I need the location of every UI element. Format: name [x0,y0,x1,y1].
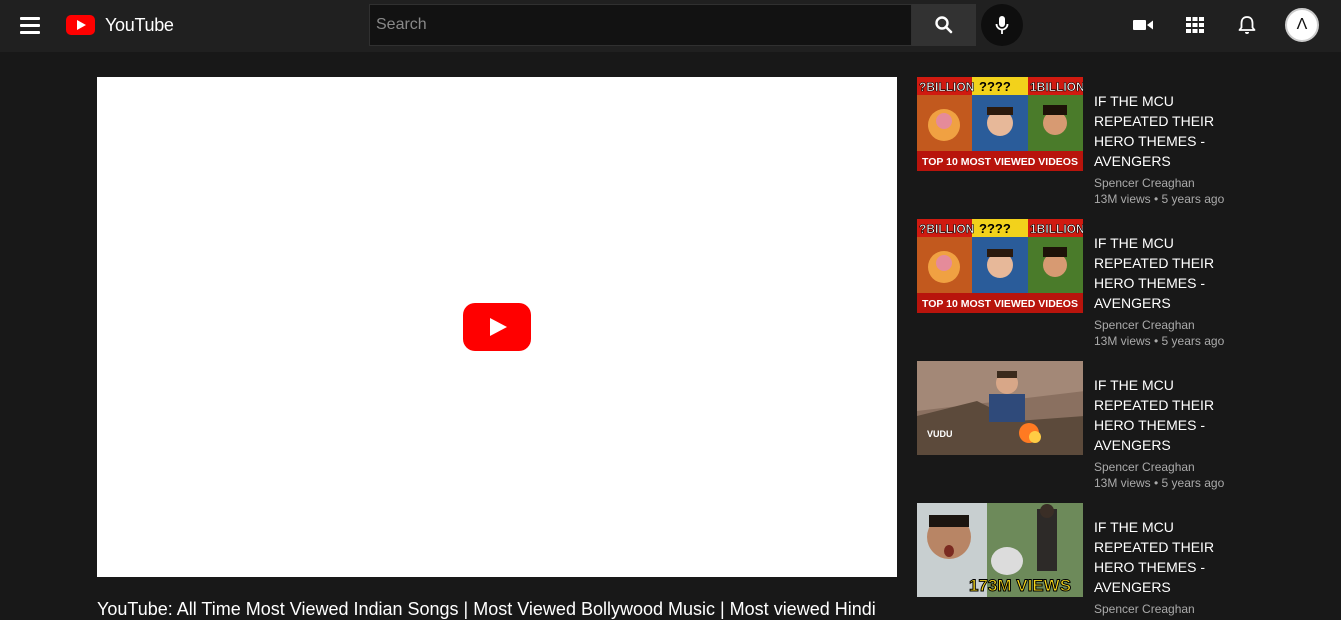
recommendation-card[interactable]: ?BILLION???? 1BILLION TOP 10 MOST VIEWED V… [917,219,1247,348]
video-thumbnail[interactable]: ?BILLION???? 1BILLION TOP 10 MOST VIEWED V… [917,219,1083,313]
recommendation-title[interactable]: IF THE MCU REPEATED THEIR HERO THEMES - … [1094,91,1244,171]
video-thumbnail[interactable]: VUDU [917,361,1083,455]
recommendation-card[interactable]: ?BILLION???? 1BILLION TOP 10 MOST VIEWED V… [917,77,1247,206]
search-icon [935,16,953,34]
play-button-icon[interactable] [463,303,531,351]
video-title: YouTube: All Time Most Viewed Indian Son… [97,599,876,619]
recommendation-info: IF THE MCU REPEATED THEIR HERO THEMES - … [1094,233,1244,349]
thumbnail-text: 1BILLION [1030,80,1083,94]
search-bar [369,4,976,46]
recommendation-card[interactable]: 173M VIEWS IF THE MCU REPEATED THEIR HERO… [917,503,1247,616]
channel-name[interactable]: Spencer Creaghan [1094,317,1244,333]
thumbnail-text: TOP 10 MOST VIEWED VIDEOS [922,298,1078,310]
thumbnail-text: 173M VIEWS [969,576,1071,595]
recommendation-title[interactable]: IF THE MCU REPEATED THEIR HERO THEMES - … [1094,233,1244,313]
channel-name[interactable]: Spencer Creaghan [1094,175,1244,191]
youtube-play-logo-icon [66,15,95,35]
thumbnail-text: ???? [979,79,1011,94]
account-avatar[interactable]: Λ [1285,8,1319,42]
notifications-button[interactable] [1234,12,1260,38]
logo-text: YouTube [105,14,174,35]
video-camera-icon [1133,20,1153,30]
thumbnail-text: VUDU [927,429,953,439]
thumbnail-text: TOP 10 MOST VIEWED VIDEOS [922,156,1078,168]
voice-search-button[interactable] [981,4,1023,46]
recommendation-title[interactable]: IF THE MCU REPEATED THEIR HERO THEMES - … [1094,375,1244,455]
microphone-icon [995,16,1009,34]
search-input[interactable] [369,4,912,46]
create-video-button[interactable] [1130,12,1156,38]
recommendation-info: IF THE MCU REPEATED THEIR HERO THEMES - … [1094,517,1244,617]
thumbnail-text: ?BILLION [919,222,974,236]
video-thumbnail[interactable]: ?BILLION???? 1BILLION TOP 10 MOST VIEWED V… [917,77,1083,171]
youtube-logo[interactable]: YouTube [66,12,174,38]
video-thumbnail[interactable]: 173M VIEWS [917,503,1083,597]
recommendation-info: IF THE MCU REPEATED THEIR HERO THEMES - … [1094,91,1244,207]
channel-name[interactable]: Spencer Creaghan [1094,601,1244,617]
menu-icon[interactable] [18,14,44,36]
video-meta: 13M views • 5 years ago [1094,334,1225,348]
apps-grid-icon [1186,17,1204,33]
recommendation-info: IF THE MCU REPEATED THEIR HERO THEMES - … [1094,375,1244,491]
video-player[interactable] [97,77,897,577]
thumbnail-text: ???? [979,221,1011,236]
bell-icon [1238,16,1256,34]
apps-button[interactable] [1182,12,1208,38]
channel-name[interactable]: Spencer Creaghan [1094,459,1244,475]
top-header: YouTube Search Λ [0,0,1341,52]
video-meta: 13M views • 5 years ago [1094,192,1225,206]
thumbnail-text: 1BILLION [1030,222,1083,236]
video-meta: 13M views • 5 years ago [1094,476,1225,490]
search-button[interactable] [912,4,976,46]
thumbnail-text: ?BILLION [919,80,974,94]
recommendation-title[interactable]: IF THE MCU REPEATED THEIR HERO THEMES - … [1094,517,1244,597]
recommendation-card[interactable]: VUDU IF THE MCU REPEATED THEIR HERO THEME… [917,361,1247,490]
